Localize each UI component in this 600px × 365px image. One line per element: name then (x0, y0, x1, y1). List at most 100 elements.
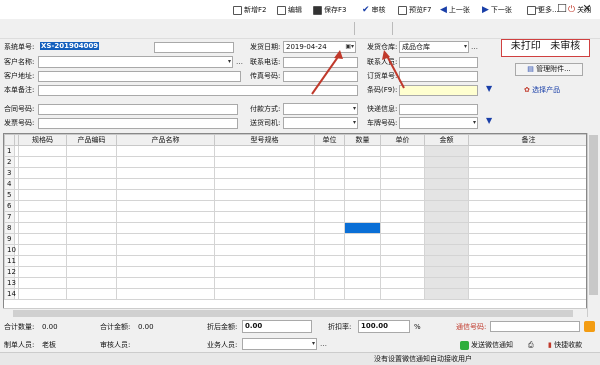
table-cell[interactable] (380, 222, 425, 234)
table-cell[interactable] (424, 167, 469, 179)
rss-icon[interactable] (584, 321, 595, 332)
audit-button[interactable]: ✔ 审核 (362, 2, 386, 18)
table-cell[interactable] (66, 145, 117, 157)
edit-button[interactable]: 编辑 (277, 2, 302, 18)
table-cell[interactable] (424, 178, 469, 190)
table-cell[interactable] (380, 167, 425, 179)
table-cell[interactable] (66, 288, 117, 300)
customer-name-select[interactable]: ▾ (38, 56, 233, 68)
table-row[interactable]: 4 (4, 178, 586, 190)
table-cell[interactable] (18, 189, 67, 201)
table-cell[interactable] (18, 211, 67, 223)
sales-select[interactable]: ▾ (242, 338, 317, 350)
table-cell[interactable] (66, 156, 117, 168)
table-cell[interactable] (214, 211, 315, 223)
table-cell[interactable] (380, 189, 425, 201)
table-cell[interactable] (116, 255, 215, 267)
next-button[interactable]: ▶ 下一张 (482, 2, 512, 18)
customer-more-button[interactable]: … (236, 57, 243, 67)
table-cell[interactable] (214, 244, 315, 256)
col-header[interactable]: 数量 (344, 134, 381, 146)
table-cell[interactable] (468, 277, 586, 289)
table-cell[interactable] (424, 211, 469, 223)
col-header[interactable]: 单位 (314, 134, 345, 146)
table-cell[interactable] (66, 222, 117, 234)
wechat-notify-button[interactable]: 发送微信通知 (460, 340, 513, 351)
invoice-no-field[interactable] (38, 118, 238, 129)
col-header[interactable]: 备注 (468, 134, 586, 146)
table-cell[interactable] (424, 277, 469, 289)
payment-select[interactable]: ▾ (283, 103, 358, 115)
table-cell[interactable] (424, 222, 469, 234)
table-cell[interactable] (380, 233, 425, 245)
table-cell[interactable] (66, 233, 117, 245)
table-cell[interactable] (344, 211, 381, 223)
table-cell[interactable] (424, 288, 469, 300)
table-cell[interactable] (344, 156, 381, 168)
triangle-down-icon[interactable]: ▼ (486, 116, 492, 125)
table-cell[interactable] (468, 156, 586, 168)
table-cell[interactable] (18, 244, 67, 256)
col-header[interactable]: 单价 (380, 134, 425, 146)
scroll-thumb[interactable] (589, 135, 598, 295)
contract-no-field[interactable] (38, 104, 238, 115)
col-header[interactable]: 规格码 (18, 134, 67, 146)
table-cell[interactable] (18, 178, 67, 190)
table-cell[interactable] (344, 255, 381, 267)
select-product-link[interactable]: ✿ 选择产品 (524, 85, 560, 96)
table-cell[interactable] (380, 255, 425, 267)
table-cell[interactable] (116, 189, 215, 201)
warehouse-more-button[interactable]: … (471, 42, 478, 52)
table-cell[interactable] (314, 178, 345, 190)
table-cell[interactable] (66, 266, 117, 278)
prev-button[interactable]: ◀ 上一张 (440, 2, 470, 18)
table-cell[interactable] (424, 200, 469, 212)
car-no-select[interactable]: ▾ (399, 117, 478, 129)
table-cell[interactable] (468, 211, 586, 223)
table-cell[interactable] (18, 233, 67, 245)
table-cell[interactable] (116, 211, 215, 223)
discount-rate-field[interactable]: 100.00 (358, 320, 410, 333)
table-cell[interactable] (66, 255, 117, 267)
table-cell[interactable] (468, 255, 586, 267)
table-cell[interactable] (116, 244, 215, 256)
table-cell[interactable] (18, 222, 67, 234)
table-cell[interactable] (468, 222, 586, 234)
table-cell[interactable] (424, 233, 469, 245)
tracking-field[interactable] (490, 321, 580, 332)
table-cell[interactable] (314, 222, 345, 234)
table-row[interactable]: 7 (4, 211, 586, 223)
table-row[interactable]: 11 (4, 255, 586, 267)
table-cell[interactable] (468, 266, 586, 278)
table-cell[interactable] (380, 178, 425, 190)
table-cell[interactable] (66, 200, 117, 212)
table-cell[interactable] (314, 211, 345, 223)
order-no-field[interactable]: XS-201904009 (38, 42, 152, 53)
table-cell[interactable] (116, 200, 215, 212)
table-cell[interactable] (66, 189, 117, 201)
table-cell[interactable] (424, 156, 469, 168)
table-cell[interactable] (214, 189, 315, 201)
close-button[interactable]: ⏻ 关闭 (568, 2, 591, 18)
horizontal-scrollbar[interactable] (3, 308, 587, 317)
table-cell[interactable] (314, 255, 345, 267)
table-cell[interactable] (116, 288, 215, 300)
table-row[interactable]: 9 (4, 233, 586, 245)
table-cell[interactable] (468, 167, 586, 179)
table-cell[interactable] (344, 145, 381, 157)
table-cell[interactable] (214, 255, 315, 267)
table-cell[interactable] (380, 211, 425, 223)
table-cell[interactable] (18, 167, 67, 179)
table-cell[interactable] (380, 156, 425, 168)
express-field[interactable] (399, 104, 478, 115)
quick-receipt-button[interactable]: ▮ 快捷收款 (548, 340, 582, 351)
table-cell[interactable] (424, 255, 469, 267)
table-cell[interactable] (314, 277, 345, 289)
table-cell[interactable] (344, 200, 381, 212)
table-cell[interactable] (380, 266, 425, 278)
table-cell[interactable] (214, 222, 315, 234)
table-row[interactable]: 1 (4, 145, 586, 157)
table-cell[interactable] (468, 178, 586, 190)
printer-icon[interactable]: ⎙ (528, 340, 534, 351)
table-cell[interactable] (314, 233, 345, 245)
